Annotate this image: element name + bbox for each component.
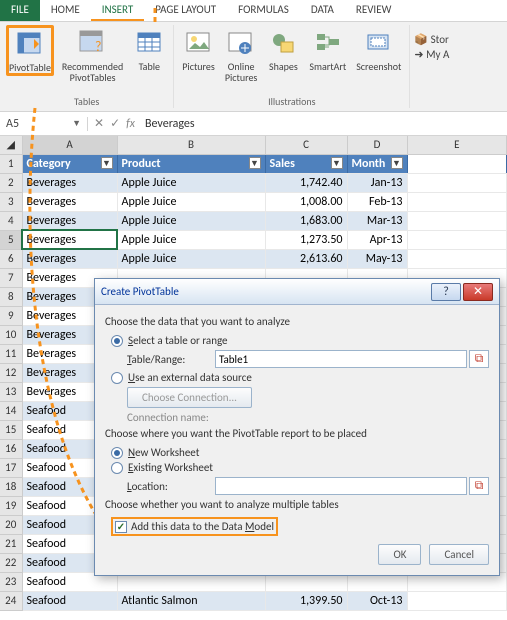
section-choose-location: Choose where you want the PivotTable rep… xyxy=(105,427,489,440)
option-select-table-range[interactable]: Select a table or range xyxy=(111,334,489,347)
radio-external-label: Use an external data source xyxy=(128,371,252,384)
ok-button[interactable]: OK xyxy=(378,544,421,565)
cancel-button[interactable]: Cancel xyxy=(429,544,489,565)
option-external-source[interactable]: Use an external data source xyxy=(111,371,489,384)
dialog-title: Create PivotTable xyxy=(101,285,429,298)
radio-select-table[interactable] xyxy=(111,335,123,347)
dialog-body: Choose the data that you want to analyze… xyxy=(95,305,499,575)
table-range-row: Table/Range: ⧉ xyxy=(127,350,489,368)
option-existing-worksheet[interactable]: Existing Worksheet xyxy=(111,461,489,474)
table-range-label: Table/Range: xyxy=(127,353,215,366)
option-new-worksheet[interactable]: New Worksheet xyxy=(111,446,489,459)
section-choose-data: Choose the data that you want to analyze xyxy=(105,315,489,328)
radio-existing-worksheet[interactable] xyxy=(111,462,123,474)
radio-new-worksheet-label: New Worksheet xyxy=(128,446,199,459)
dialog-buttons: OK Cancel xyxy=(105,544,489,565)
dialog-titlebar[interactable]: Create PivotTable ? ✕ xyxy=(95,279,499,305)
radio-existing-worksheet-label: Existing Worksheet xyxy=(128,461,213,474)
radio-select-table-label: Select a table or range xyxy=(128,334,228,347)
collapse-dialog-icon[interactable]: ⧉ xyxy=(469,350,489,368)
close-button[interactable]: ✕ xyxy=(463,283,493,301)
location-input[interactable] xyxy=(215,477,467,495)
location-label: Location: xyxy=(127,480,215,493)
create-pivottable-dialog: Create PivotTable ? ✕ Choose the data th… xyxy=(94,278,500,576)
highlight-add-data-model: Add this data to the Data Model xyxy=(111,517,278,536)
radio-new-worksheet[interactable] xyxy=(111,447,123,459)
connection-name-row: Connection name: xyxy=(127,411,489,424)
option-add-data-model[interactable]: Add this data to the Data Model xyxy=(111,517,489,536)
location-row: Location: ⧉ xyxy=(127,477,489,495)
table-range-input[interactable] xyxy=(215,350,467,368)
choose-connection-row: Choose Connection... xyxy=(127,387,489,408)
radio-external[interactable] xyxy=(111,372,123,384)
collapse-dialog-icon[interactable]: ⧉ xyxy=(469,477,489,495)
checkbox-add-data-model-label: Add this data to the Data Model xyxy=(131,520,274,533)
connection-name-label: Connection name: xyxy=(127,411,209,424)
checkbox-add-data-model[interactable] xyxy=(115,521,127,533)
help-button[interactable]: ? xyxy=(431,283,461,301)
section-multiple-tables: Choose whether you want to analyze multi… xyxy=(105,498,489,511)
choose-connection-button: Choose Connection... xyxy=(127,387,252,408)
